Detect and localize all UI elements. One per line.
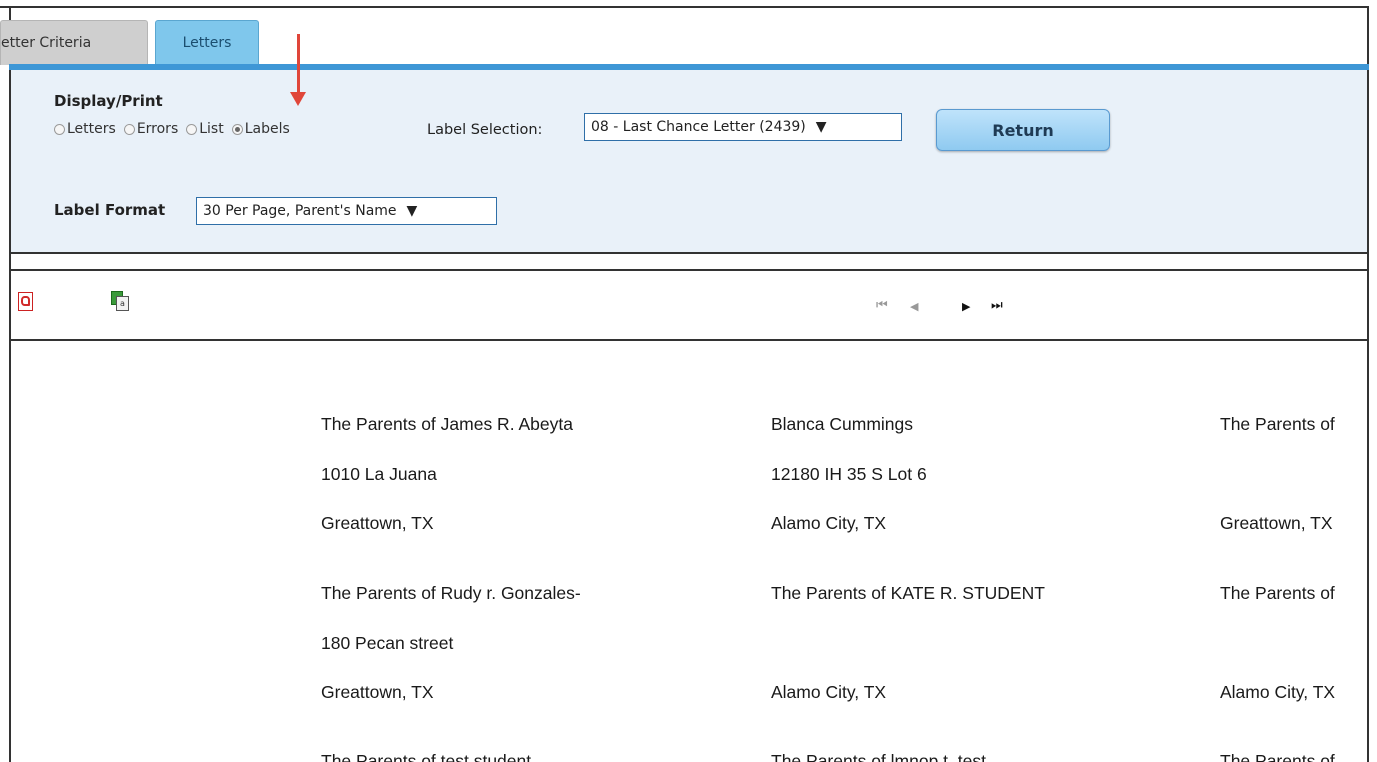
radio-option-list[interactable]: List [186,121,224,137]
radio-button[interactable] [123,123,135,135]
radio-label: Letters [67,121,116,137]
panel-divider [9,252,1369,254]
display-print-radio-group: Letters Errors List Labels [54,121,298,137]
label-name: The Parents of [1220,414,1335,434]
pdf-icon[interactable] [18,292,33,311]
display-print-heading: Display/Print [54,92,163,110]
radio-option-errors[interactable]: Errors [123,121,179,137]
radio-option-labels[interactable]: Labels [231,121,290,137]
tab-label: Letters [182,35,232,51]
toolbar-top-divider [9,269,1369,271]
tab-label: etter Criteria [1,35,92,51]
pdf-logo-shape [21,296,30,306]
label-name: The Parents of [1220,751,1335,762]
label-name: The Parents of Rudy r. Gonzales- [321,583,581,603]
dropdown-value: 08 - Last Chance Letter (2439) [591,119,806,135]
dropdown-arrow-icon: ▼ [815,119,827,135]
dropdown-arrow-icon: ▼ [406,203,418,219]
label-name: The Parents of [1220,583,1335,603]
radio-label: Labels [244,121,290,137]
radio-label: Errors [136,121,179,137]
label-street: 180 Pecan street [321,633,454,653]
radio-option-letters[interactable]: Letters [54,121,116,137]
label-format-label: Label Format [54,201,166,219]
label-name: The Parents of lmnop t. test [771,751,986,762]
excel-icon-front: a [116,296,129,311]
label-format-dropdown[interactable]: 30 Per Page, Parent's Name ▼ [196,197,497,225]
dropdown-value: 30 Per Page, Parent's Name [203,203,397,219]
label-street: 1010 La Juana [321,464,437,484]
radio-button[interactable] [186,123,198,135]
next-page-icon[interactable]: ▶ [962,300,970,313]
label-city: Alamo City, TX [1220,682,1336,702]
first-page-icon[interactable]: ⏮ [876,298,888,313]
label-selection-dropdown[interactable]: 08 - Last Chance Letter (2439) ▼ [584,113,902,141]
annotation-arrow-shaft [297,34,300,94]
window-frame-top [0,6,1368,8]
annotation-arrow-head-icon [290,92,306,106]
label-city: Greattown, TX [321,513,434,533]
radio-button-selected[interactable] [231,123,243,135]
label-name: The Parents of test student [321,751,532,762]
label-city: Alamo City, TX [771,682,887,702]
last-page-icon[interactable]: ⏭ [991,298,1003,313]
excel-export-icon[interactable]: a [111,291,129,311]
radio-button[interactable] [54,123,65,135]
label-city: Greattown, TX [321,682,434,702]
label-selection-label: Label Selection: [427,122,543,138]
window-frame-right [1367,6,1369,762]
label-name: The Parents of KATE R. STUDENT [771,583,1045,603]
label-name: Blanca Cummings [771,414,913,434]
tab-letter-criteria[interactable]: etter Criteria [0,20,148,65]
label-city: Alamo City, TX [771,513,887,533]
label-city: Greattown, TX [1220,513,1333,533]
radio-label: List [199,121,224,137]
label-name: The Parents of James R. Abeyta [321,414,573,434]
return-button[interactable]: Return [936,109,1110,151]
label-street: 12180 IH 35 S Lot 6 [771,464,927,484]
tab-letters[interactable]: Letters [155,20,259,65]
labels-report-page: The Parents of James R. Abeyta 1010 La J… [11,341,1367,762]
previous-page-icon[interactable]: ◀ [910,300,918,313]
